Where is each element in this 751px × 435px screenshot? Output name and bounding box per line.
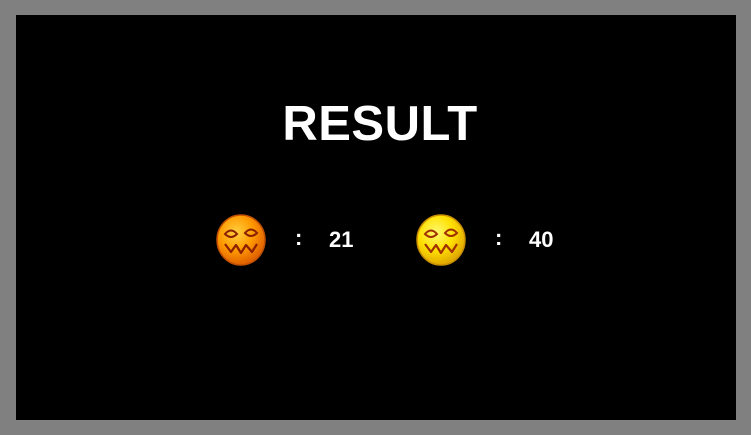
player-a-score: : 21 [215,212,375,268]
yellow-pumpkin-face-icon [416,214,466,266]
result-screen [16,15,736,420]
score-separator: : [495,225,503,250]
orange-pumpkin-face-icon [216,214,266,266]
player-b-score-value: 40 [529,227,554,252]
result-title: RESULT [282,97,478,151]
score-separator: : [295,225,303,250]
game-frame: RESULT : 21: 40 [0,0,751,435]
player-a-score-value: 21 [329,227,354,252]
player-b-score: : 40 [415,212,575,268]
